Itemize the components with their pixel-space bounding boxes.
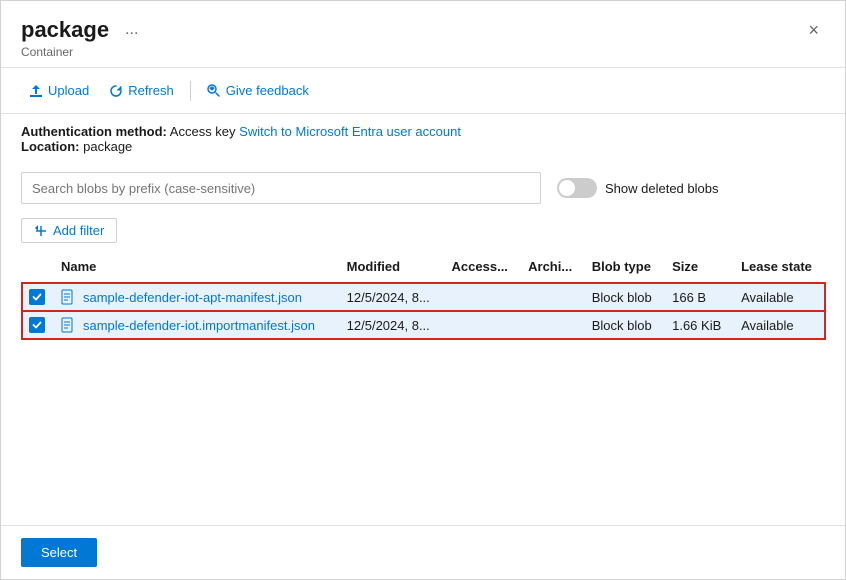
row-modified: 12/5/2024, 8...	[339, 311, 444, 339]
close-button[interactable]: ×	[802, 18, 825, 43]
col-archive: Archi...	[520, 251, 584, 283]
row-leasestate: Available	[733, 283, 825, 312]
col-name: Name	[53, 251, 339, 283]
row-name: sample-defender-iot-apt-manifest.json	[53, 283, 339, 312]
feedback-icon	[207, 84, 221, 98]
show-deleted-label: Show deleted blobs	[605, 181, 718, 196]
info-section: Authentication method: Access key Switch…	[1, 114, 845, 164]
table-row[interactable]: sample-defender-iot.importmanifest.json …	[22, 311, 825, 339]
row-blobtype: Block blob	[584, 283, 664, 312]
checkbox[interactable]	[29, 289, 45, 305]
col-modified: Modified	[339, 251, 444, 283]
toggle-container: Show deleted blobs	[557, 178, 718, 198]
row-blobtype: Block blob	[584, 311, 664, 339]
blobs-table: Name Modified Access... Archi... Blob ty…	[21, 251, 825, 339]
upload-button[interactable]: Upload	[21, 78, 97, 103]
add-filter-label: Add filter	[53, 223, 104, 238]
modal-footer: Select	[1, 525, 845, 579]
add-filter-icon	[34, 224, 48, 238]
col-size: Size	[664, 251, 733, 283]
refresh-button[interactable]: Refresh	[101, 78, 182, 103]
col-blobtype: Blob type	[584, 251, 664, 283]
modal-container: package ... × Container Upload Refresh	[0, 0, 846, 580]
location-value: package	[83, 139, 132, 154]
row-leasestate: Available	[733, 311, 825, 339]
row-archive	[520, 283, 584, 312]
upload-label: Upload	[48, 83, 89, 98]
row-access	[444, 283, 521, 312]
row-name: sample-defender-iot.importmanifest.json	[53, 311, 339, 339]
row-filename: sample-defender-iot.importmanifest.json	[83, 318, 315, 333]
ellipsis-button[interactable]: ...	[119, 19, 144, 41]
add-filter-button[interactable]: Add filter	[21, 218, 117, 243]
row-checkbox-cell	[22, 283, 53, 312]
modal-subtitle: Container	[21, 45, 825, 59]
feedback-button[interactable]: Give feedback	[199, 78, 317, 103]
search-input[interactable]	[21, 172, 541, 204]
modal-header: package ... × Container	[1, 1, 845, 68]
filter-section: Add filter	[1, 212, 845, 251]
table-section: Name Modified Access... Archi... Blob ty…	[1, 251, 845, 525]
row-archive	[520, 311, 584, 339]
feedback-label: Give feedback	[226, 83, 309, 98]
location-label: Location:	[21, 139, 80, 154]
file-icon	[61, 317, 75, 333]
row-filename: sample-defender-iot-apt-manifest.json	[83, 290, 302, 305]
col-leasestate: Lease state	[733, 251, 825, 283]
modal-title: package	[21, 17, 109, 43]
row-modified: 12/5/2024, 8...	[339, 283, 444, 312]
row-size: 166 B	[664, 283, 733, 312]
auth-label: Authentication method:	[21, 124, 167, 139]
checkbox[interactable]	[29, 317, 45, 333]
col-checkbox	[22, 251, 53, 283]
row-size: 1.66 KiB	[664, 311, 733, 339]
file-icon	[61, 289, 75, 305]
auth-value: Access key	[170, 124, 239, 139]
row-access	[444, 311, 521, 339]
upload-icon	[29, 84, 43, 98]
toolbar: Upload Refresh Give feedback	[1, 68, 845, 114]
col-access: Access...	[444, 251, 521, 283]
auth-link[interactable]: Switch to Microsoft Entra user account	[239, 124, 461, 139]
toggle-knob	[559, 180, 575, 196]
toolbar-divider	[190, 81, 191, 101]
show-deleted-toggle[interactable]	[557, 178, 597, 198]
select-button[interactable]: Select	[21, 538, 97, 567]
search-section: Show deleted blobs	[1, 164, 845, 212]
row-checkbox-cell	[22, 311, 53, 339]
refresh-icon	[109, 84, 123, 98]
refresh-label: Refresh	[128, 83, 174, 98]
table-row[interactable]: sample-defender-iot-apt-manifest.json 12…	[22, 283, 825, 312]
